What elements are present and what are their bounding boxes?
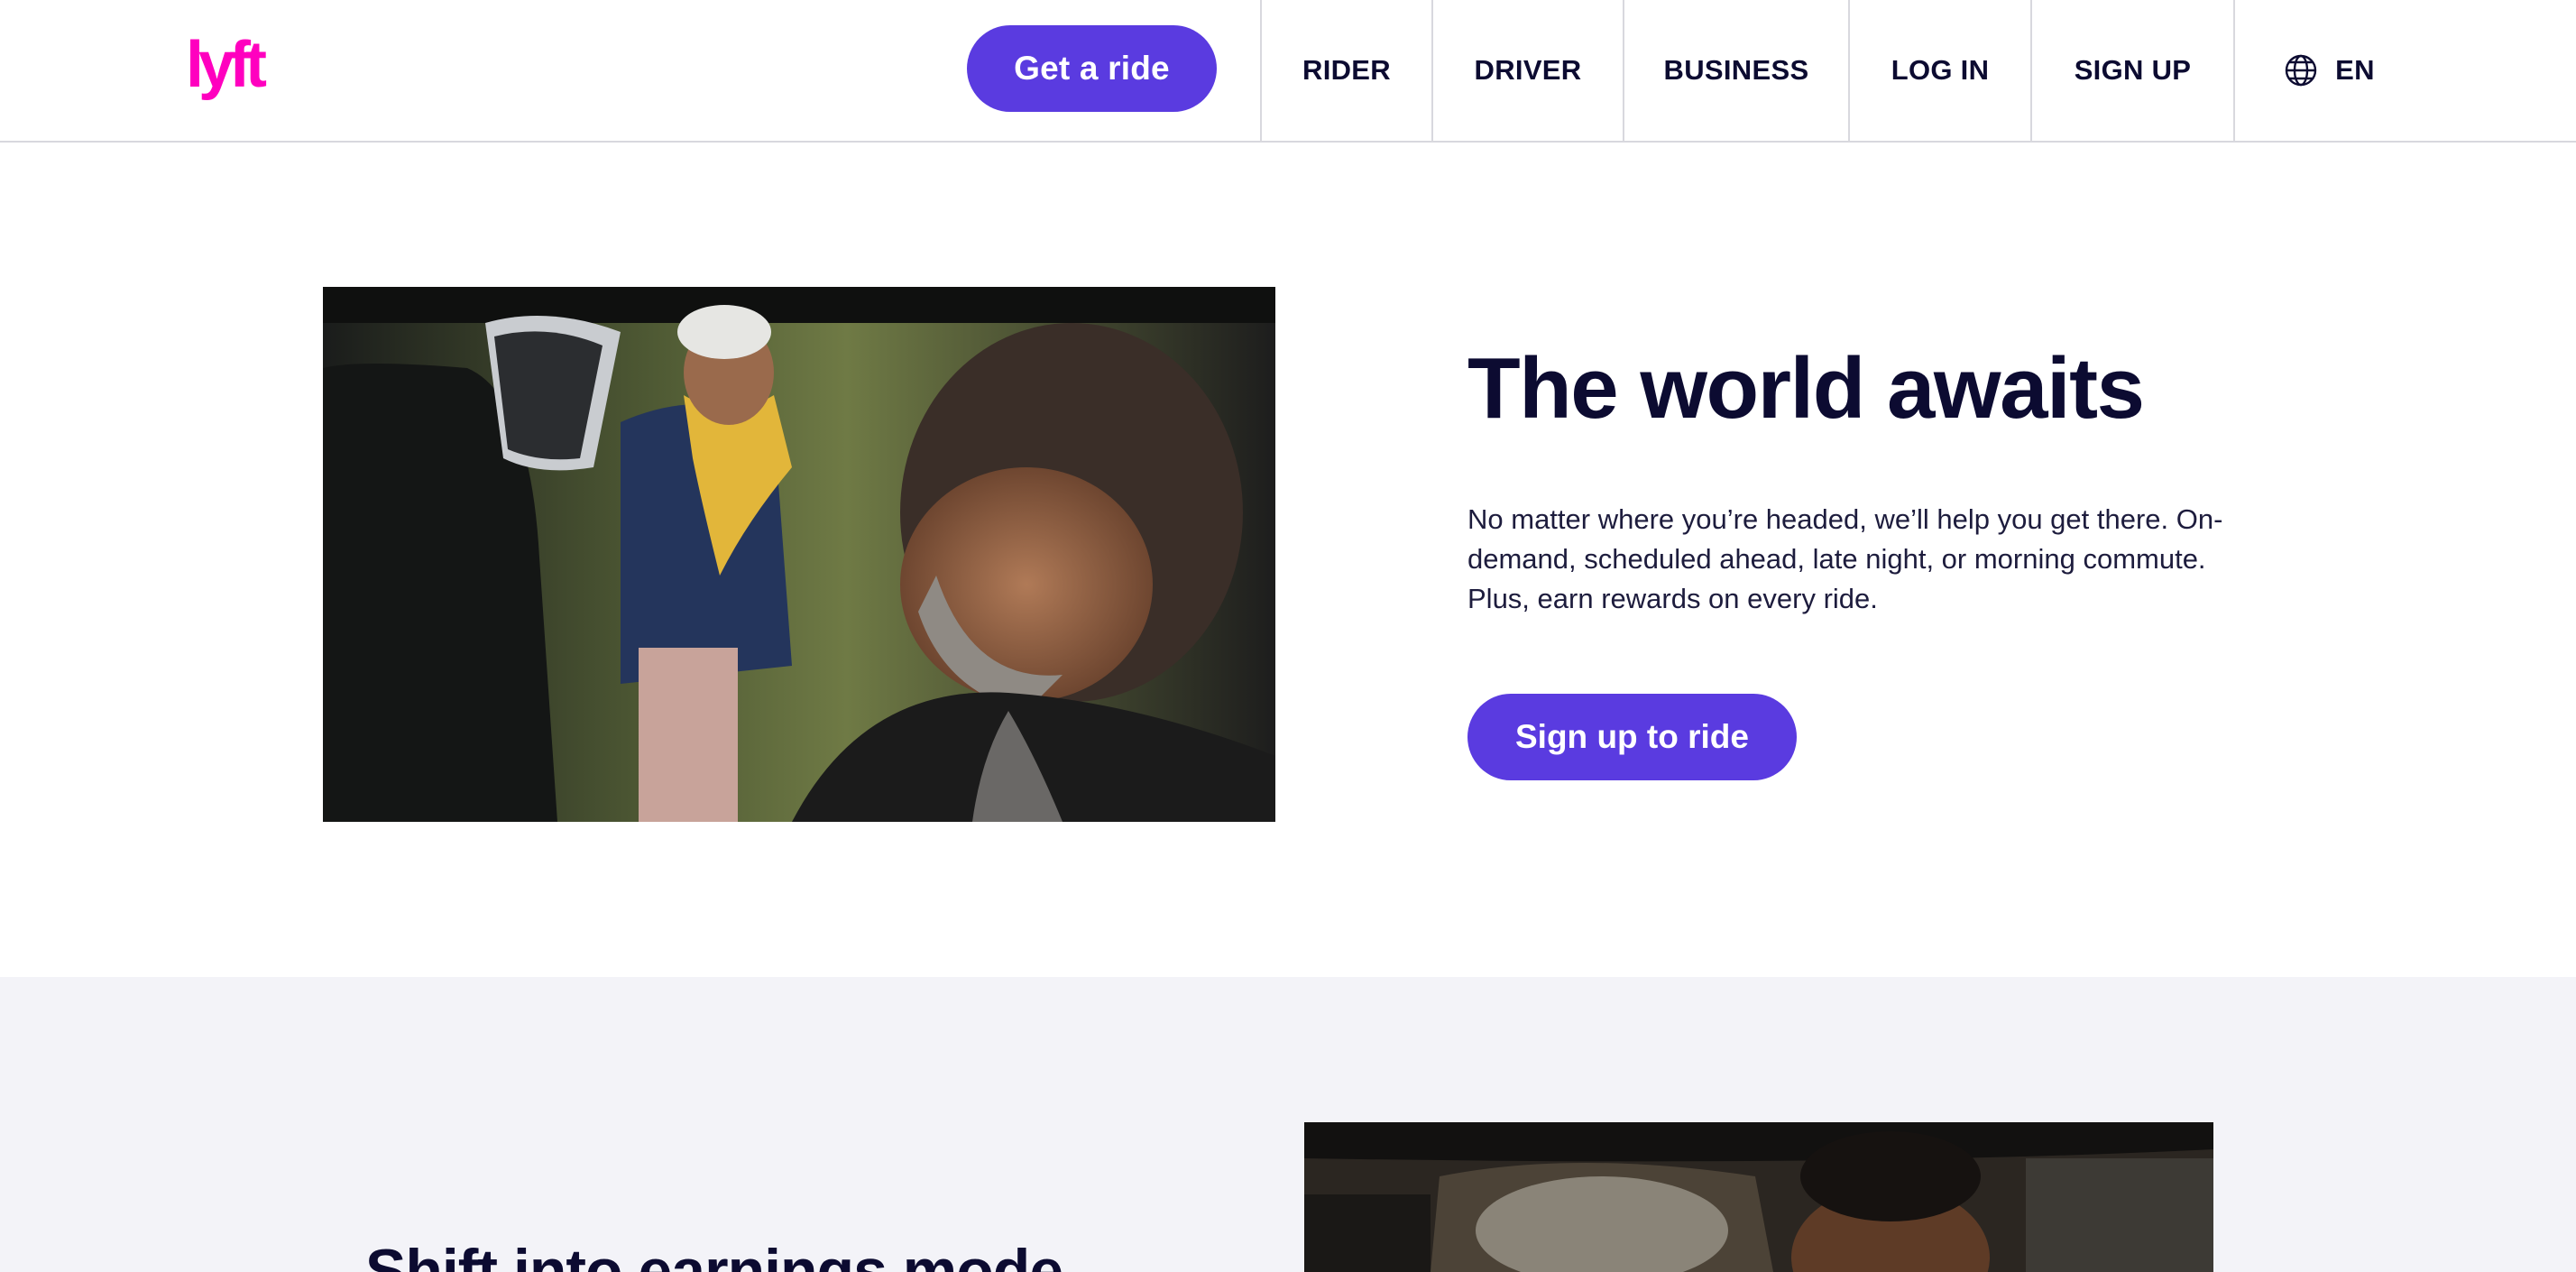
- hero-photo: [323, 287, 1275, 822]
- driver-photo-illustration: [1304, 1122, 2213, 1272]
- globe-icon: [2285, 54, 2317, 87]
- driver-photo: [1304, 1122, 2213, 1272]
- nav-business-link[interactable]: BUSINESS: [1623, 0, 1848, 141]
- lyft-logo[interactable]: lyft: [186, 34, 287, 103]
- svg-text:lyft: lyft: [186, 34, 267, 101]
- driver-section-title: Shift into earnings mode: [365, 1237, 1063, 1272]
- nav-rider-link[interactable]: RIDER: [1260, 0, 1431, 141]
- nav-login-link[interactable]: LOG IN: [1848, 0, 2030, 141]
- nav-driver-link[interactable]: DRIVER: [1431, 0, 1623, 141]
- hero-title: The world awaits: [1467, 340, 2145, 437]
- site-header: lyft Get a ride RIDER DRIVER BUSINESS LO…: [0, 0, 2576, 143]
- get-a-ride-button[interactable]: Get a ride: [967, 25, 1217, 112]
- language-selector[interactable]: EN: [2233, 0, 2423, 141]
- sign-up-to-ride-button[interactable]: Sign up to ride: [1467, 694, 1797, 780]
- language-label: EN: [2335, 54, 2375, 86]
- hero-photo-illustration: [323, 287, 1275, 822]
- nav-signup-link[interactable]: SIGN UP: [2030, 0, 2233, 141]
- hero-description: No matter where you’re headed, we’ll hel…: [1467, 503, 2223, 614]
